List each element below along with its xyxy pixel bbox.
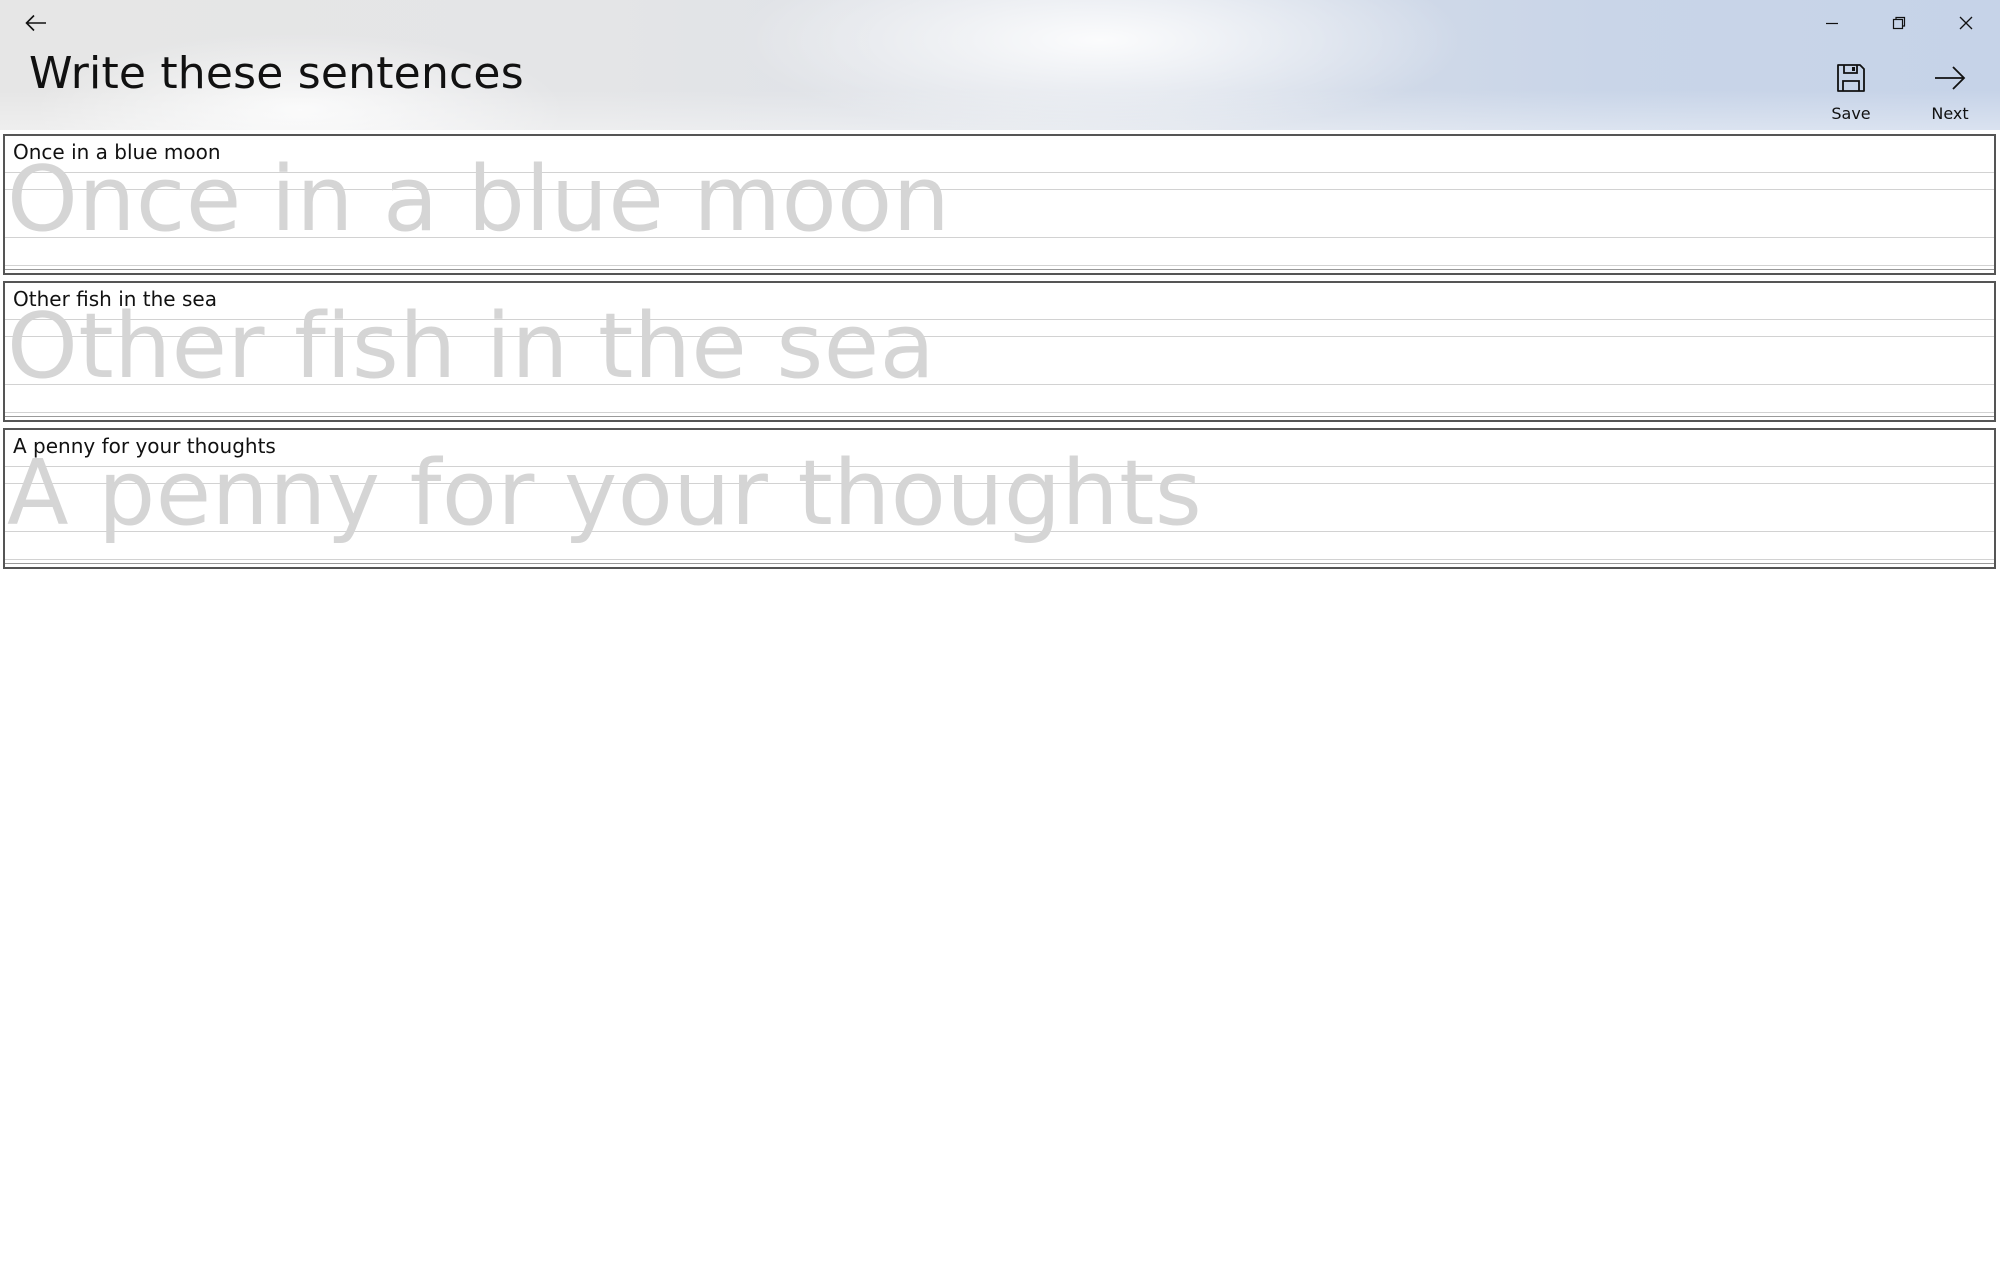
title-bar: Write these sentences Save Next bbox=[0, 0, 2000, 130]
arrow-left-icon bbox=[25, 14, 46, 32]
exercise-card: Other fish in the sea Other fish in the … bbox=[3, 281, 1996, 422]
ink-canvas[interactable] bbox=[5, 136, 1994, 273]
arrow-right-icon bbox=[1935, 66, 1966, 90]
next-button[interactable]: Next bbox=[1905, 58, 1995, 126]
page-title: Write these sentences bbox=[29, 48, 524, 99]
save-icon-wrap bbox=[1836, 58, 1866, 98]
ink-canvas[interactable] bbox=[5, 283, 1994, 420]
save-button[interactable]: Save bbox=[1806, 58, 1896, 126]
restore-icon bbox=[1892, 16, 1906, 30]
save-label: Save bbox=[1831, 104, 1871, 123]
minimize-button[interactable] bbox=[1799, 0, 1865, 46]
restore-button[interactable] bbox=[1866, 0, 1932, 46]
exercise-card: Once in a blue moon Once in a blue moon bbox=[3, 134, 1996, 275]
minimize-icon bbox=[1826, 22, 1838, 25]
exercise-card: A penny for your thoughts A penny for yo… bbox=[3, 428, 1996, 569]
next-label: Next bbox=[1931, 104, 1969, 123]
next-icon-wrap bbox=[1933, 58, 1967, 98]
close-icon bbox=[1959, 16, 1973, 30]
ink-canvas[interactable] bbox=[5, 430, 1994, 567]
exercise-list: Once in a blue moon Once in a blue moon … bbox=[3, 134, 1996, 575]
close-button[interactable] bbox=[1933, 0, 1999, 46]
app-window: Write these sentences Save Next Once in … bbox=[0, 0, 2000, 1275]
save-icon bbox=[1837, 64, 1865, 92]
back-button[interactable] bbox=[16, 6, 56, 40]
